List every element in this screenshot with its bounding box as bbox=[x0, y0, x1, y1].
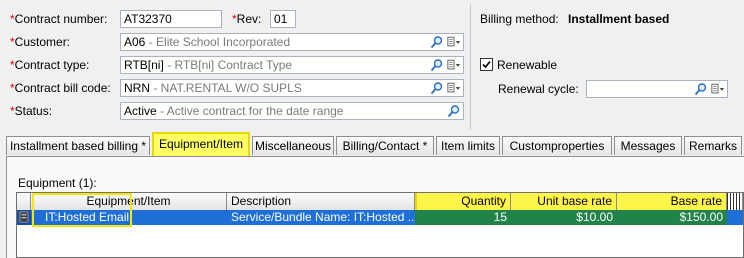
cell-quantity[interactable]: 15 bbox=[415, 210, 511, 225]
col-quantity[interactable]: Quantity bbox=[415, 193, 511, 210]
section-divider bbox=[470, 4, 471, 130]
search-icon[interactable] bbox=[447, 104, 461, 118]
rev-label: *Rev: bbox=[232, 12, 262, 26]
equipment-section-label: Equipment (1): bbox=[18, 176, 97, 190]
row-selector[interactable] bbox=[17, 210, 31, 225]
renewable-checkbox[interactable] bbox=[480, 58, 493, 71]
billing-method-label: Billing method: bbox=[480, 12, 559, 26]
row-selector-header bbox=[17, 193, 31, 210]
tab-billing-contact[interactable]: Billing/Contact * bbox=[336, 136, 434, 155]
equipment-item-icon bbox=[19, 211, 29, 223]
tab-bar: Installment based billing * Equipment/It… bbox=[6, 132, 744, 157]
renewal-cycle-label: Renewal cycle: bbox=[498, 82, 579, 96]
lookup-dropdown-icon[interactable] bbox=[447, 35, 461, 49]
search-icon[interactable] bbox=[694, 82, 708, 96]
renewable-label: Renewable bbox=[497, 58, 558, 72]
renewal-cycle-field[interactable] bbox=[586, 80, 728, 98]
status-field[interactable]: Active - Active contract for the date ra… bbox=[120, 102, 464, 120]
lookup-dropdown-icon[interactable] bbox=[447, 58, 461, 72]
tab-miscellaneous[interactable]: Miscellaneous bbox=[252, 136, 334, 155]
col-unit-base-rate[interactable]: Unit base rate bbox=[511, 193, 617, 210]
contract-type-field[interactable]: RTB[ni] - RTB[ni] Contract Type bbox=[120, 56, 464, 74]
contract-bill-code-label: *Contract bill code: bbox=[10, 81, 111, 95]
status-label: *Status: bbox=[10, 104, 53, 118]
checkmark-icon bbox=[482, 60, 491, 69]
lookup-dropdown-icon[interactable] bbox=[447, 81, 461, 95]
search-icon[interactable] bbox=[430, 58, 444, 72]
tab-item-limits[interactable]: Item limits bbox=[436, 136, 500, 155]
search-icon[interactable] bbox=[430, 81, 444, 95]
cell-description[interactable]: Service/Bundle Name: IT:Hosted ... bbox=[227, 210, 415, 225]
cell-unit-base-rate[interactable]: $10.00 bbox=[511, 210, 617, 225]
grid-scroll-marker bbox=[727, 193, 743, 210]
search-icon[interactable] bbox=[430, 35, 444, 49]
tab-messages[interactable]: Messages bbox=[614, 136, 682, 155]
cell-base-rate[interactable]: $150.00 bbox=[617, 210, 727, 225]
customer-label: *Customer: bbox=[10, 35, 71, 49]
contract-number-input[interactable]: AT32370 bbox=[120, 10, 222, 28]
tab-remarks[interactable]: Remarks bbox=[684, 136, 742, 155]
contract-bill-code-field[interactable]: NRN - NAT.RENTAL W/O SUPLS bbox=[120, 79, 464, 97]
contract-type-label: *Contract type: bbox=[10, 58, 90, 72]
tab-installment-based-billing[interactable]: Installment based billing * bbox=[6, 136, 150, 155]
col-description[interactable]: Description bbox=[227, 193, 415, 210]
contract-number-label: *Contract number: bbox=[10, 12, 108, 26]
equipment-item-highlight bbox=[32, 193, 132, 227]
customer-field[interactable]: A06 - Elite School Incorporated bbox=[120, 33, 464, 51]
rev-input[interactable]: 01 bbox=[270, 10, 296, 28]
billing-method-value: Installment based bbox=[568, 12, 670, 26]
lookup-dropdown-icon[interactable] bbox=[711, 82, 725, 96]
tab-equipment-item[interactable]: Equipment/Item bbox=[152, 132, 250, 156]
tab-customproperties[interactable]: Customproperties bbox=[502, 136, 612, 155]
col-base-rate[interactable]: Base rate bbox=[617, 193, 727, 210]
